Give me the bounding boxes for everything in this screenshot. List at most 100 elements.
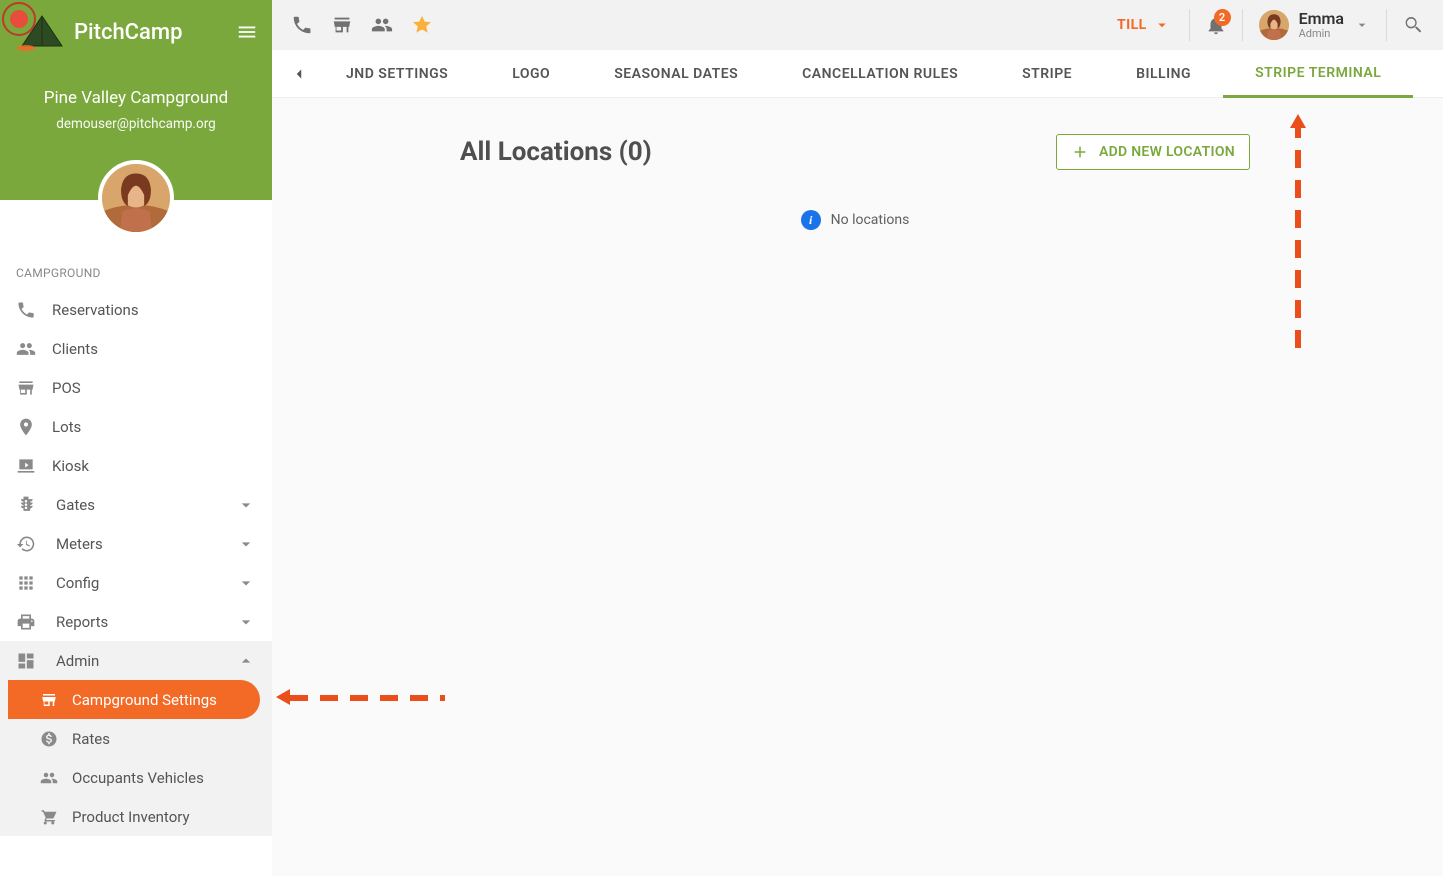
apps-icon [16,573,36,593]
page-title: All Locations (0) [460,137,652,167]
sidebar-item-clients[interactable]: Clients [0,329,272,368]
phone-icon [291,14,313,36]
dashboard-icon [16,651,36,671]
sidebar-sub-label: Campground Settings [72,691,217,709]
avatar-icon [102,164,170,232]
main-content: All Locations (0) ADD NEW LOCATION i No … [272,98,1443,876]
sidebar-sub-occupants-vehicles[interactable]: Occupants Vehicles [0,758,272,797]
tab-label: CANCELLATION RULES [802,66,958,82]
paid-icon [40,730,58,748]
sidebar-sub-rates[interactable]: Rates [0,719,272,758]
sidebar-item-label: Clients [52,340,98,358]
tab-stripe[interactable]: STRIPE [990,50,1104,98]
chevron-down-icon [236,612,256,632]
menu-icon [236,21,258,43]
chevron-down-icon [236,534,256,554]
tab-logo[interactable]: LOGO [480,50,582,98]
divider [1242,9,1243,41]
chevron-left-icon [290,65,308,83]
traffic-icon [16,495,36,515]
campground-email: demouser@pitchcamp.org [0,116,272,132]
plus-icon [1071,143,1089,161]
tab-stripe-terminal[interactable]: STRIPE TERMINAL [1223,50,1413,98]
tab-seasonal-dates[interactable]: SEASONAL DATES [582,50,770,98]
phone-icon [16,300,36,320]
section-title: CAMPGROUND [0,256,272,290]
sidebar-item-label: Config [56,574,99,592]
sidebar-avatar[interactable] [98,160,174,236]
search-icon [1402,14,1424,36]
sidebar-item-label: Kiosk [52,457,89,475]
cart-icon [40,808,58,826]
sidebar-item-kiosk[interactable]: Kiosk [0,446,272,485]
tab-billing[interactable]: BILLING [1104,50,1223,98]
star-icon [411,14,433,36]
tab-label: STRIPE TERMINAL [1255,65,1381,81]
sidebar-item-reports[interactable]: Reports [0,602,272,641]
sidebar-item-meters[interactable]: Meters [0,524,272,563]
sidebar-item-label: POS [52,379,81,397]
user-name: Emma [1299,10,1344,28]
tab-cancellation-rules[interactable]: CANCELLATION RULES [770,50,990,98]
user-role: Admin [1299,28,1344,40]
chevron-down-icon [236,573,256,593]
people-icon [40,769,58,787]
sidebar-group-admin: Admin Campground Settings Rates Occupant… [0,641,272,836]
tab-label: LOGO [512,66,550,82]
place-icon [16,417,36,437]
user-menu-button[interactable]: Emma Admin [1249,10,1380,40]
notifications-button[interactable]: 2 [1196,5,1236,45]
divider [1386,9,1387,41]
sidebar-item-label: Meters [56,535,103,553]
sidebar-sub-label: Product Inventory [72,808,190,826]
history-icon [16,534,36,554]
sidebar-item-lots[interactable]: Lots [0,407,272,446]
chevron-down-icon [236,495,256,515]
recording-indicator [2,2,36,36]
tab-label: SEASONAL DATES [614,66,738,82]
sidebar-item-config[interactable]: Config [0,563,272,602]
user-text: Emma Admin [1299,10,1344,40]
avatar-icon [1259,10,1289,40]
info-icon: i [801,210,821,230]
people-icon [16,339,36,359]
print-icon [16,612,36,632]
sidebar-item-pos[interactable]: POS [0,368,272,407]
topbar-star-button[interactable] [402,5,442,45]
tab-label: STRIPE [1022,66,1072,82]
menu-toggle-button[interactable] [236,21,258,43]
tabs-back-button[interactable] [284,59,314,89]
topbar-store-button[interactable] [322,5,362,45]
divider [1189,9,1190,41]
user-avatar [1259,10,1289,40]
tab-label: BILLING [1136,66,1191,82]
sidebar-item-label: Admin [56,652,99,670]
till-dropdown[interactable]: TILL [1105,0,1183,50]
sidebar-item-label: Lots [52,418,81,436]
add-location-button[interactable]: ADD NEW LOCATION [1056,134,1250,170]
sidebar: PitchCamp Pine Valley Campground demouse… [0,0,272,876]
empty-state: i No locations [460,210,1250,230]
search-button[interactable] [1393,5,1433,45]
sidebar-item-admin[interactable]: Admin [0,641,272,680]
sidebar-item-gates[interactable]: Gates [0,485,272,524]
topbar-people-button[interactable] [362,5,402,45]
sidebar-item-label: Reports [56,613,108,631]
sidebar-sub-label: Rates [72,730,110,748]
sidebar-sub-label: Occupants Vehicles [72,769,204,787]
sidebar-header: PitchCamp Pine Valley Campground demouse… [0,0,272,200]
sidebar-item-reservations[interactable]: Reservations [0,290,272,329]
sidebar-sub-campground-settings[interactable]: Campground Settings [8,680,260,719]
sidebar-nav[interactable]: CAMPGROUND Reservations Clients POS Lots… [0,200,272,876]
sidebar-sub-product-inventory[interactable]: Product Inventory [0,797,272,836]
chevron-up-icon [236,651,256,671]
tab-label: JND SETTINGS [346,66,448,82]
topbar-phone-button[interactable] [282,5,322,45]
chevron-down-icon [1354,17,1370,33]
topbar: TILL 2 Emma Admin [272,0,1443,50]
till-label: TILL [1117,17,1147,33]
sidebar-item-label: Reservations [52,301,139,319]
tab-jnd-settings[interactable]: JND SETTINGS [314,50,480,98]
empty-text: No locations [831,212,910,228]
store-icon [16,378,36,398]
